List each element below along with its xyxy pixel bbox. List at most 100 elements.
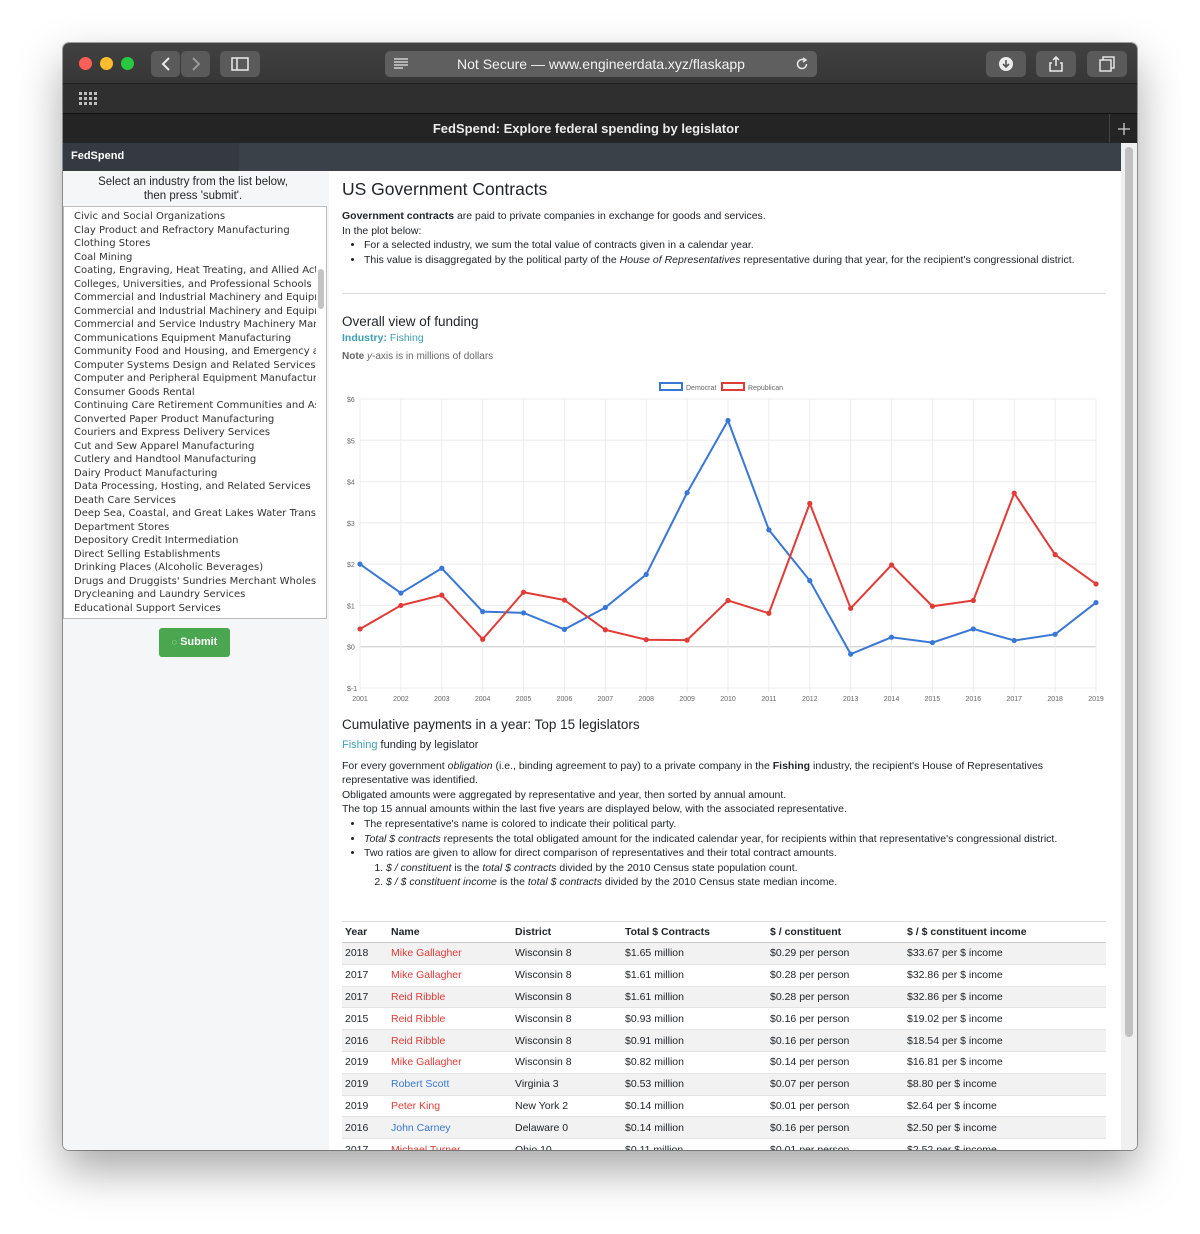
industry-option[interactable]: Commercial and Service Industry Machiner…: [74, 318, 316, 332]
page-scrollbar-thumb[interactable]: [1125, 147, 1133, 1037]
industry-option[interactable]: Drinking Places (Alcoholic Beverages): [74, 561, 316, 575]
industry-option[interactable]: Coating, Engraving, Heat Treating, and A…: [74, 264, 316, 278]
data-point-democrat: [1093, 599, 1099, 606]
sidebar-heading-line2: then press 'submit'.: [143, 190, 243, 202]
industry-select[interactable]: Civic and Social Organizations Clay Produ…: [63, 206, 327, 619]
back-button[interactable]: [151, 51, 180, 77]
downloads-button[interactable]: [986, 51, 1026, 77]
col-per-income[interactable]: $ / $ constituent income: [904, 921, 1106, 943]
col-name[interactable]: Name: [388, 921, 512, 943]
industry-option[interactable]: Educational Support Services: [74, 602, 316, 616]
industry-option[interactable]: Continuing Care Retirement Communities a…: [74, 399, 316, 413]
industry-option[interactable]: Commercial and Industrial Machinery and …: [74, 291, 316, 305]
zoom-window-button[interactable]: [121, 57, 134, 70]
industry-option[interactable]: Depository Credit Intermediation: [74, 534, 316, 548]
industry-option[interactable]: Computer Systems Design and Related Serv…: [74, 359, 316, 373]
industry-option[interactable]: Death Care Services: [74, 494, 316, 508]
industry-option[interactable]: Civic and Social Organizations: [74, 210, 316, 224]
legislator-table: Year Name District Total $ Contracts $ /…: [342, 921, 1106, 1150]
cell-per-constituent: $0.16 per person: [767, 1116, 904, 1139]
industry-option[interactable]: Direct Selling Establishments: [74, 548, 316, 562]
reload-icon[interactable]: [795, 57, 809, 71]
x-tick-label: 2013: [843, 696, 859, 703]
industry-list-scrollbar[interactable]: [318, 269, 324, 309]
industry-option[interactable]: Drycleaning and Laundry Services: [74, 588, 316, 602]
para-1: For every government obligation (i.e., b…: [342, 759, 1106, 788]
industry-option[interactable]: Coal Mining: [74, 251, 316, 265]
data-point-democrat: [1052, 631, 1058, 637]
data-point-republican: [520, 589, 527, 595]
industry-option[interactable]: Data Processing, Hosting, and Related Se…: [74, 480, 316, 494]
cell-per-constituent: $0.07 per person: [767, 1072, 904, 1096]
active-tab[interactable]: FedSpend: Explore federal spending by le…: [63, 114, 1109, 144]
forward-button[interactable]: [181, 51, 210, 77]
x-tick-label: 2004: [475, 696, 491, 703]
para1-a: For every government: [342, 759, 448, 772]
industry-option[interactable]: Clothing Stores: [74, 237, 316, 251]
reader-icon: [394, 58, 408, 69]
data-point-republican: [970, 597, 976, 604]
col-year[interactable]: Year: [342, 921, 388, 943]
table-row: 2019 Mike Gallagher Wisconsin 8 $0.82 milli…: [342, 1050, 1106, 1074]
close-window-button[interactable]: [79, 57, 92, 70]
industry-option[interactable]: Computer and Peripheral Equipment Manufa…: [74, 372, 316, 386]
cell-per-income: $32.86 per $ income: [904, 985, 1106, 1008]
cell-per-income: $16.81 per $ income: [904, 1050, 1106, 1074]
intro-bullet-2: This value is disaggregated by the polit…: [364, 253, 1106, 268]
industry-option[interactable]: Dairy Product Manufacturing: [74, 467, 316, 481]
cell-name: Mike Gallagher: [388, 1050, 512, 1074]
data-point-republican: [398, 602, 404, 609]
industry-option[interactable]: Cutlery and Handtool Manufacturing: [74, 453, 316, 467]
industry-option[interactable]: Department Stores: [74, 521, 316, 535]
tabs-overview-button[interactable]: [1087, 51, 1127, 77]
data-point-democrat: [398, 590, 404, 596]
industry-option[interactable]: Community Food and Housing, and Emergenc…: [74, 345, 316, 359]
industry-option[interactable]: Consumer Goods Rental: [74, 386, 316, 400]
b2-em: Total $ contracts: [364, 832, 441, 845]
industry-option[interactable]: Cut and Sew Apparel Manufacturing: [74, 440, 316, 454]
legend-label-democrat: Democrat: [686, 385, 716, 392]
x-tick-label: 2007: [598, 696, 614, 703]
grid-icon[interactable]: [79, 92, 97, 106]
funding-rest: funding by legislator: [377, 739, 479, 751]
new-tab-button[interactable]: [1109, 114, 1137, 144]
address-bar[interactable]: Not Secure — www.engineerdata.xyz/flaska…: [385, 51, 817, 77]
cumulative-title: Cumulative payments in a year: Top 15 le…: [342, 717, 640, 732]
cell-total: $0.14 million: [622, 1116, 767, 1139]
industry-option[interactable]: Communications Equipment Manufacturing: [74, 332, 316, 346]
cell-total: $0.14 million: [622, 1094, 767, 1117]
navbar-brand[interactable]: FedSpend: [71, 150, 124, 162]
minimize-window-button[interactable]: [100, 57, 113, 70]
navbar-brand-bg: [239, 143, 1121, 171]
data-point-democrat: [888, 634, 895, 640]
col-per-constituent[interactable]: $ / constituent: [767, 921, 904, 943]
industry-option[interactable]: Converted Paper Product Manufacturing: [74, 413, 316, 427]
plus-icon: [1118, 123, 1130, 135]
page-title: US Government Contracts: [342, 179, 548, 199]
method-bullet-3: Two ratios are given to allow for direct…: [364, 846, 1106, 861]
industry-option[interactable]: Colleges, Universities, and Professional…: [74, 278, 316, 292]
col-total[interactable]: Total $ Contracts: [622, 921, 767, 943]
data-point-republican: [357, 626, 363, 632]
axis-note: Note y-axis is in millions of dollars: [342, 351, 1106, 362]
submit-button[interactable]: ◌ Submit: [159, 628, 230, 657]
industry-option[interactable]: Commercial and Industrial Machinery and …: [74, 305, 316, 319]
o1-em2: total $ contracts: [482, 861, 557, 874]
data-point-democrat: [561, 626, 568, 632]
industry-option[interactable]: Couriers and Express Delivery Services: [74, 426, 316, 440]
sidebar-toggle-button[interactable]: [220, 51, 260, 77]
industry-option[interactable]: Clay Product and Refractory Manufacturin…: [74, 224, 316, 238]
cell-per-constituent: $0.16 per person: [767, 1029, 904, 1052]
browser-window: Not Secure — www.engineerdata.xyz/flaska…: [63, 43, 1137, 1150]
industry-option[interactable]: Deep Sea, Coastal, and Great Lakes Water…: [74, 507, 316, 521]
col-district[interactable]: District: [512, 921, 622, 943]
share-button[interactable]: [1036, 51, 1076, 77]
table-row: 2018 Mike Gallagher Wisconsin 8 $1.65 milli…: [342, 942, 1106, 965]
cell-per-income: $2.52 per $ income: [904, 1138, 1106, 1150]
y-tick-label: $2: [347, 562, 355, 569]
x-tick-label: 2019: [1088, 696, 1104, 703]
page-scrollbar[interactable]: [1121, 143, 1137, 1150]
table-header-row: Year Name District Total $ Contracts $ /…: [342, 921, 1106, 943]
cell-district: Wisconsin 8: [512, 963, 622, 987]
industry-option[interactable]: Drugs and Druggists' Sundries Merchant W…: [74, 575, 316, 589]
